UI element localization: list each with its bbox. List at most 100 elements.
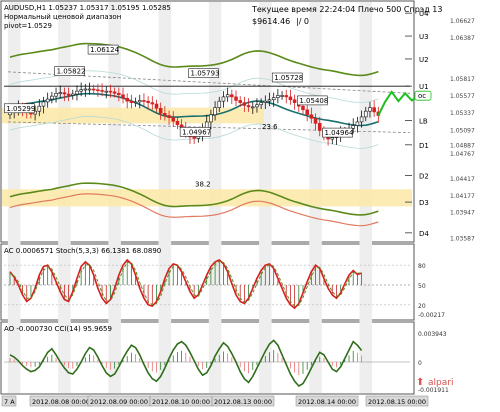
indicator-name: Нормальный ценовой диапазон: [4, 13, 121, 21]
candle-body: [41, 101, 46, 107]
candle-body: [62, 92, 67, 95]
level-label-u3: U3: [419, 33, 429, 41]
candle-body: [364, 110, 368, 118]
candle-body: [292, 99, 297, 103]
level-label-lb: LB: [419, 117, 428, 125]
candle-body: [96, 89, 100, 92]
stoch-level-label: 80: [418, 263, 426, 270]
ao-legend: AO -0.000730 CCI(14) 95.9659: [4, 325, 112, 333]
level-label-d2: D2: [419, 173, 429, 181]
time-axis-label: 2012.08.13 00:00: [214, 398, 272, 406]
price-label: 1.05408: [299, 97, 328, 105]
price-axis-tick: 1.05337: [450, 110, 475, 117]
stoch-level-label: 20: [418, 303, 426, 310]
candle-body: [234, 96, 238, 101]
price-axis-tick: 1.04887: [450, 142, 475, 149]
candle-body: [175, 120, 180, 126]
candle-body: [372, 107, 376, 113]
balance-separator: |/ 0: [296, 17, 309, 26]
price-axis-tick: 1.03947: [450, 210, 475, 217]
candle-body: [209, 114, 213, 123]
candle-body: [359, 116, 364, 123]
candle-body: [142, 100, 146, 102]
level-label-u2: U2: [419, 56, 429, 64]
candle-body: [246, 105, 251, 108]
candle-body: [250, 106, 255, 109]
candle-body: [50, 95, 54, 100]
time-axis-label: 2012.08.14 00:00: [298, 398, 356, 406]
price-label: 1.05822: [57, 68, 86, 76]
candle-body: [146, 100, 150, 103]
price-label: 1.05299: [6, 105, 35, 113]
candle-body: [225, 94, 230, 98]
candle-body: [83, 88, 88, 91]
candle-body: [330, 137, 335, 140]
price-axis-tick: 1.04767: [450, 151, 475, 158]
ac-min-label: -0.00217: [418, 312, 445, 319]
candle-body: [79, 89, 83, 92]
candle-body: [54, 93, 58, 97]
candle-body: [75, 90, 79, 95]
time-axis-label: 2012.08.08 00:00: [32, 398, 90, 406]
candle-body: [221, 96, 226, 102]
candle-body: [259, 102, 263, 106]
candle-body: [213, 107, 217, 116]
candle-body: [121, 94, 125, 99]
candle-body: [280, 95, 284, 97]
price-label: 1.06124: [90, 46, 119, 54]
candle-body: [167, 115, 171, 118]
candle-body: [100, 90, 104, 92]
value-label: 38.2: [195, 180, 211, 188]
candle-body: [355, 121, 360, 126]
price-axis-tick: 1.05577: [450, 93, 475, 100]
pivot-zone: [2, 107, 264, 124]
stoch-level-label: 50: [418, 283, 426, 290]
candle-body: [238, 100, 242, 103]
candle-body: [45, 98, 50, 103]
candle-body: [255, 104, 259, 108]
ao-level-label: 0.003943: [418, 331, 447, 338]
ao-level-label: -0.001911: [418, 387, 449, 394]
candle-body: [163, 113, 167, 116]
candle-body: [137, 100, 142, 103]
candle-body: [171, 117, 176, 122]
candle-body: [301, 105, 305, 111]
alpari-logo-text: alpari: [428, 378, 453, 388]
candle-body: [305, 109, 309, 116]
candle-body: [309, 114, 314, 119]
candle-body: [368, 107, 372, 112]
price-label: 1.04964: [324, 129, 353, 137]
price-axis-tick: 1.03587: [450, 235, 475, 242]
balance: $9614.46: [252, 17, 290, 26]
candle-body: [133, 101, 138, 104]
price-label: 1.04967: [182, 128, 211, 136]
price-label: 1.05728: [274, 74, 303, 82]
candle-body: [313, 118, 318, 124]
alpari-logo: ⬆ alpari: [416, 377, 453, 388]
candle-body: [66, 93, 71, 96]
price-axis-tick: 1.05817: [450, 76, 475, 83]
candle-body: [242, 102, 247, 106]
candle-body: [271, 97, 276, 101]
trading-chart[interactable]: U4 U3 U2 U1 LB D1 D2 D3 D4 1.06124 1.05822 1.05793…: [0, 0, 500, 408]
candle-body: [112, 91, 117, 94]
value-label: 23.6: [262, 123, 278, 131]
server-time: Текущее время 22:24:04 Плечо 500 Спрэд 1…: [251, 5, 442, 14]
ac-legend: AC 0.0006571 Stoch(5,3,3) 66.1381 68.089…: [4, 247, 161, 255]
alpari-logo-icon: ⬆: [416, 377, 424, 388]
price-axis-tick: 1.04177: [450, 193, 475, 200]
candle-body: [117, 93, 121, 96]
price-label: 1.05793: [191, 70, 220, 78]
time-axis-label: 2012.08.15 00:00: [368, 398, 426, 406]
level-label-d4: D4: [419, 230, 429, 238]
level-label-d1: D1: [419, 142, 429, 150]
forecast-tag: oc: [418, 92, 426, 100]
candle-body: [267, 99, 272, 102]
candle-body: [217, 100, 222, 108]
time-axis-label: 2012.08.09 00:00: [90, 398, 148, 406]
level-label-u1: U1: [419, 83, 429, 91]
level-label-d3: D3: [419, 199, 429, 207]
candle-body: [125, 98, 129, 102]
candle-body: [37, 105, 42, 112]
candle-body: [154, 103, 159, 109]
